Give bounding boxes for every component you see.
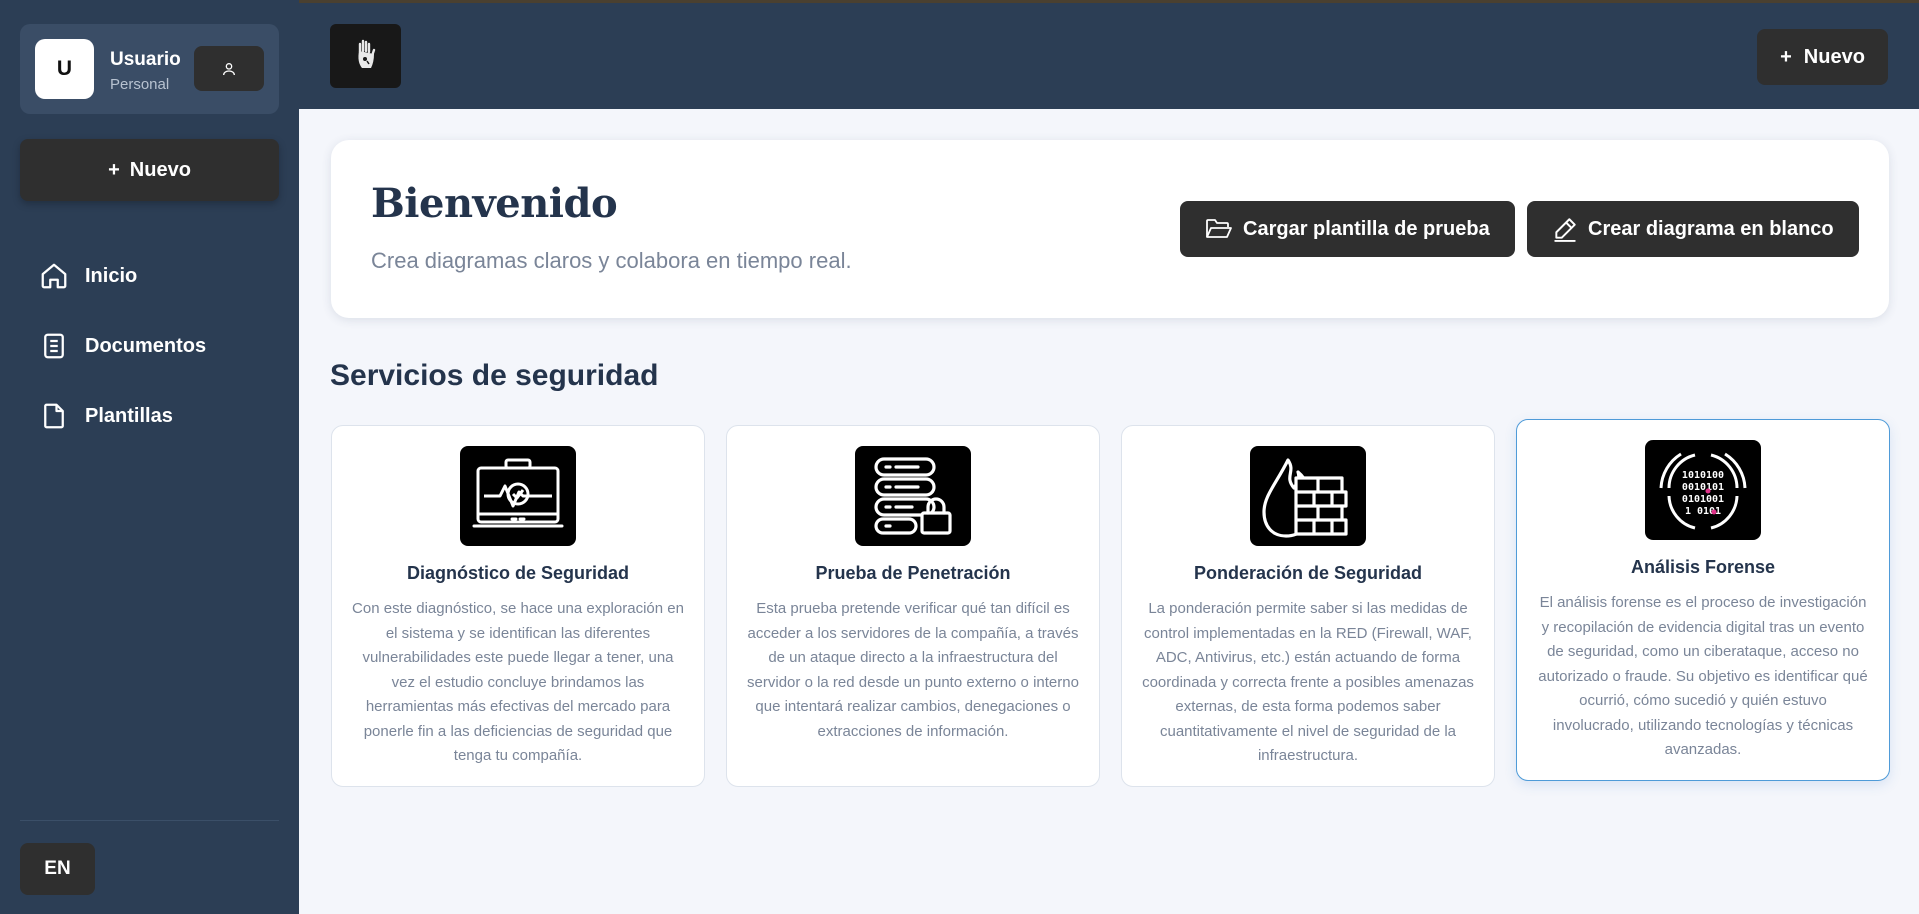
card-title: Ponderación de Seguridad (1193, 563, 1423, 583)
document-icon (38, 330, 70, 362)
monitor-heartbeat-icon (460, 446, 576, 546)
folder-open-icon (1205, 217, 1233, 241)
card-description: La ponderación permite saber si las medi… (1142, 600, 1474, 764)
sidebar: U Usuario Personal + Nuevo Inicio Docume… (0, 0, 299, 914)
home-icon (38, 260, 70, 292)
binary-line: 1010100 (1682, 470, 1724, 481)
page-title: Bienvenido (371, 180, 618, 227)
binary-forensics-icon: 1010100 0010101 0101001 1 0101 (1645, 440, 1761, 540)
hand-logo-icon (357, 39, 375, 68)
card-title: Prueba de Penetración (815, 563, 1011, 583)
avatar: U (35, 39, 94, 99)
blank-diagram-button[interactable]: Crear diagrama en blanco (1527, 201, 1859, 257)
blank-diagram-label: Crear diagrama en blanco (1588, 217, 1834, 240)
binary-line: 0101001 (1682, 494, 1724, 505)
sidebar-new-button[interactable]: + Nuevo (20, 139, 279, 201)
file-icon (38, 400, 70, 432)
load-template-label: Cargar plantilla de prueba (1243, 217, 1490, 240)
app-logo[interactable] (330, 24, 401, 88)
plus-icon: + (1780, 45, 1792, 68)
section-title: Servicios de seguridad (330, 359, 659, 392)
user-plan: Personal (110, 76, 170, 93)
sidebar-divider (20, 820, 279, 821)
sidebar-item-plantillas[interactable]: Plantillas (38, 394, 278, 438)
card-title: Análisis Forense (1630, 557, 1776, 577)
user-icon (223, 62, 235, 75)
topbar-new-label: Nuevo (1803, 45, 1865, 68)
service-card-ponderacion[interactable]: Ponderación de Seguridad La ponderación … (1121, 425, 1495, 787)
service-card-diagnostico[interactable]: Diagnóstico de Seguridad Con este diagnó… (331, 425, 705, 787)
sidebar-item-inicio[interactable]: Inicio (38, 254, 278, 298)
topbar: + Nuevo (299, 0, 1919, 109)
user-card: U Usuario Personal (20, 24, 279, 114)
card-description: El análisis forense es el proceso de inv… (1538, 594, 1868, 758)
card-description: Con este diagnóstico, se hace una explor… (352, 600, 684, 764)
firewall-icon (1250, 446, 1366, 546)
topbar-new-button[interactable]: + Nuevo (1757, 29, 1888, 85)
card-description: Esta prueba pretende verificar qué tan d… (747, 600, 1079, 740)
sidebar-new-label: Nuevo (129, 158, 191, 181)
sidebar-item-documentos[interactable]: Documentos (38, 324, 278, 368)
pencil-icon (1552, 216, 1578, 242)
sidebar-item-label: Plantillas (85, 404, 173, 427)
load-template-button[interactable]: Cargar plantilla de prueba (1180, 201, 1515, 257)
language-button[interactable]: EN (20, 843, 95, 895)
service-card-forense[interactable]: 1010100 0010101 0101001 1 0101 Análisis … (1516, 419, 1890, 781)
card-title: Diagnóstico de Seguridad (406, 563, 630, 583)
plus-icon: + (108, 158, 120, 181)
profile-button[interactable] (194, 46, 264, 91)
sidebar-item-label: Documentos (85, 334, 207, 357)
user-name: Usuario (110, 49, 181, 70)
binary-line: 0010101 (1682, 482, 1724, 493)
welcome-card: Bienvenido Crea diagramas claros y colab… (331, 140, 1889, 318)
sidebar-item-label: Inicio (85, 264, 138, 287)
server-lock-icon (855, 446, 971, 546)
page-subtitle: Crea diagramas claros y colabora en tiem… (371, 248, 852, 273)
service-card-penetracion[interactable]: Prueba de Penetración Esta prueba preten… (726, 425, 1100, 787)
